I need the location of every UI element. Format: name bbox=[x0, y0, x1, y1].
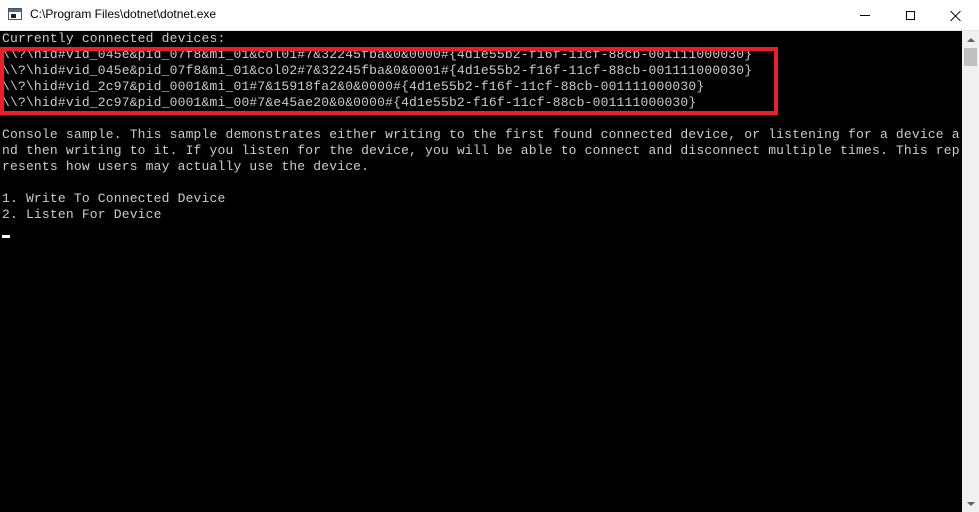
maximize-icon bbox=[905, 11, 915, 20]
menu-option-line: 1. Write To Connected Device bbox=[2, 191, 226, 206]
arrow-up-icon bbox=[966, 37, 975, 42]
device-list-highlight-box bbox=[0, 47, 778, 115]
minimize-icon bbox=[860, 15, 870, 16]
scroll-down-button[interactable] bbox=[962, 495, 979, 512]
scroll-up-button[interactable] bbox=[962, 31, 979, 48]
console-window-icon[interactable] bbox=[8, 8, 22, 20]
scroll-thumb[interactable] bbox=[964, 48, 977, 66]
console-header-line: Currently connected devices: bbox=[2, 31, 226, 46]
vertical-scrollbar[interactable] bbox=[962, 31, 979, 512]
maximize-button[interactable] bbox=[887, 0, 933, 31]
console-window: C:\Program Files\dotnet\dotnet.exe Curre… bbox=[0, 0, 979, 512]
minimize-button[interactable] bbox=[842, 0, 888, 31]
description-line: resents how users may actually use the d… bbox=[2, 159, 370, 174]
close-button[interactable] bbox=[933, 0, 979, 31]
description-line: Console sample. This sample demonstrates… bbox=[2, 127, 960, 142]
menu-option-line: 2. Listen For Device bbox=[2, 207, 162, 222]
description-line: nd then writing to it. If you listen for… bbox=[2, 143, 960, 158]
window-title: C:\Program Files\dotnet\dotnet.exe bbox=[30, 7, 217, 21]
title-bar[interactable]: C:\Program Files\dotnet\dotnet.exe bbox=[0, 0, 979, 31]
text-cursor bbox=[2, 235, 10, 238]
console-output[interactable]: Currently connected devices: \\?\hid#vid… bbox=[0, 31, 962, 512]
close-icon bbox=[950, 10, 962, 22]
arrow-down-icon bbox=[966, 501, 975, 506]
